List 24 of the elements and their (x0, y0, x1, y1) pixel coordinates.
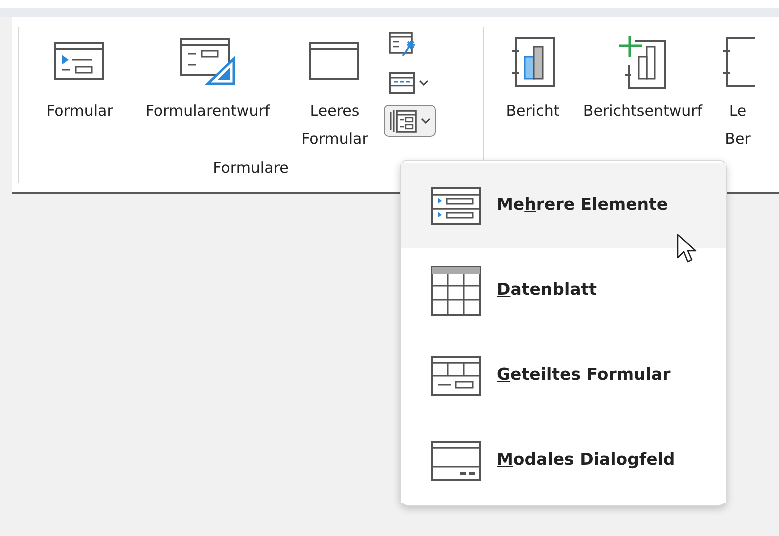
split-form-icon (431, 356, 481, 396)
form-design-icon (180, 38, 236, 86)
caret-icon (421, 118, 431, 124)
menu-item[interactable]: Modales Dialogfeld (401, 418, 726, 503)
menu-item[interactable]: Mehrere Elemente (401, 163, 726, 248)
menu-item[interactable]: Geteiltes Formular (401, 333, 726, 418)
blank-form-icon (309, 42, 361, 82)
form-wizard-icon (389, 32, 417, 58)
blank-report-icon (721, 37, 755, 87)
group-label: Formulare (212, 158, 290, 178)
more-forms-icon (389, 108, 417, 134)
modal-dialog-icon (431, 440, 481, 480)
menu-item[interactable]: Datenblatt (401, 248, 726, 333)
report-icon (510, 37, 556, 87)
report-design-icon (617, 35, 669, 89)
navigation-form-icon (389, 72, 415, 94)
ribbon-button[interactable]: Leeres Formular (290, 27, 380, 156)
ribbon-small-button[interactable] (384, 105, 436, 137)
caret-icon (419, 80, 429, 86)
ribbon-button[interactable]: Formular (34, 27, 126, 156)
multiple-items-icon (431, 186, 481, 224)
datasheet-icon (431, 266, 481, 316)
form-icon (54, 42, 106, 82)
ribbon-button[interactable]: Formularentwurf (126, 27, 290, 156)
